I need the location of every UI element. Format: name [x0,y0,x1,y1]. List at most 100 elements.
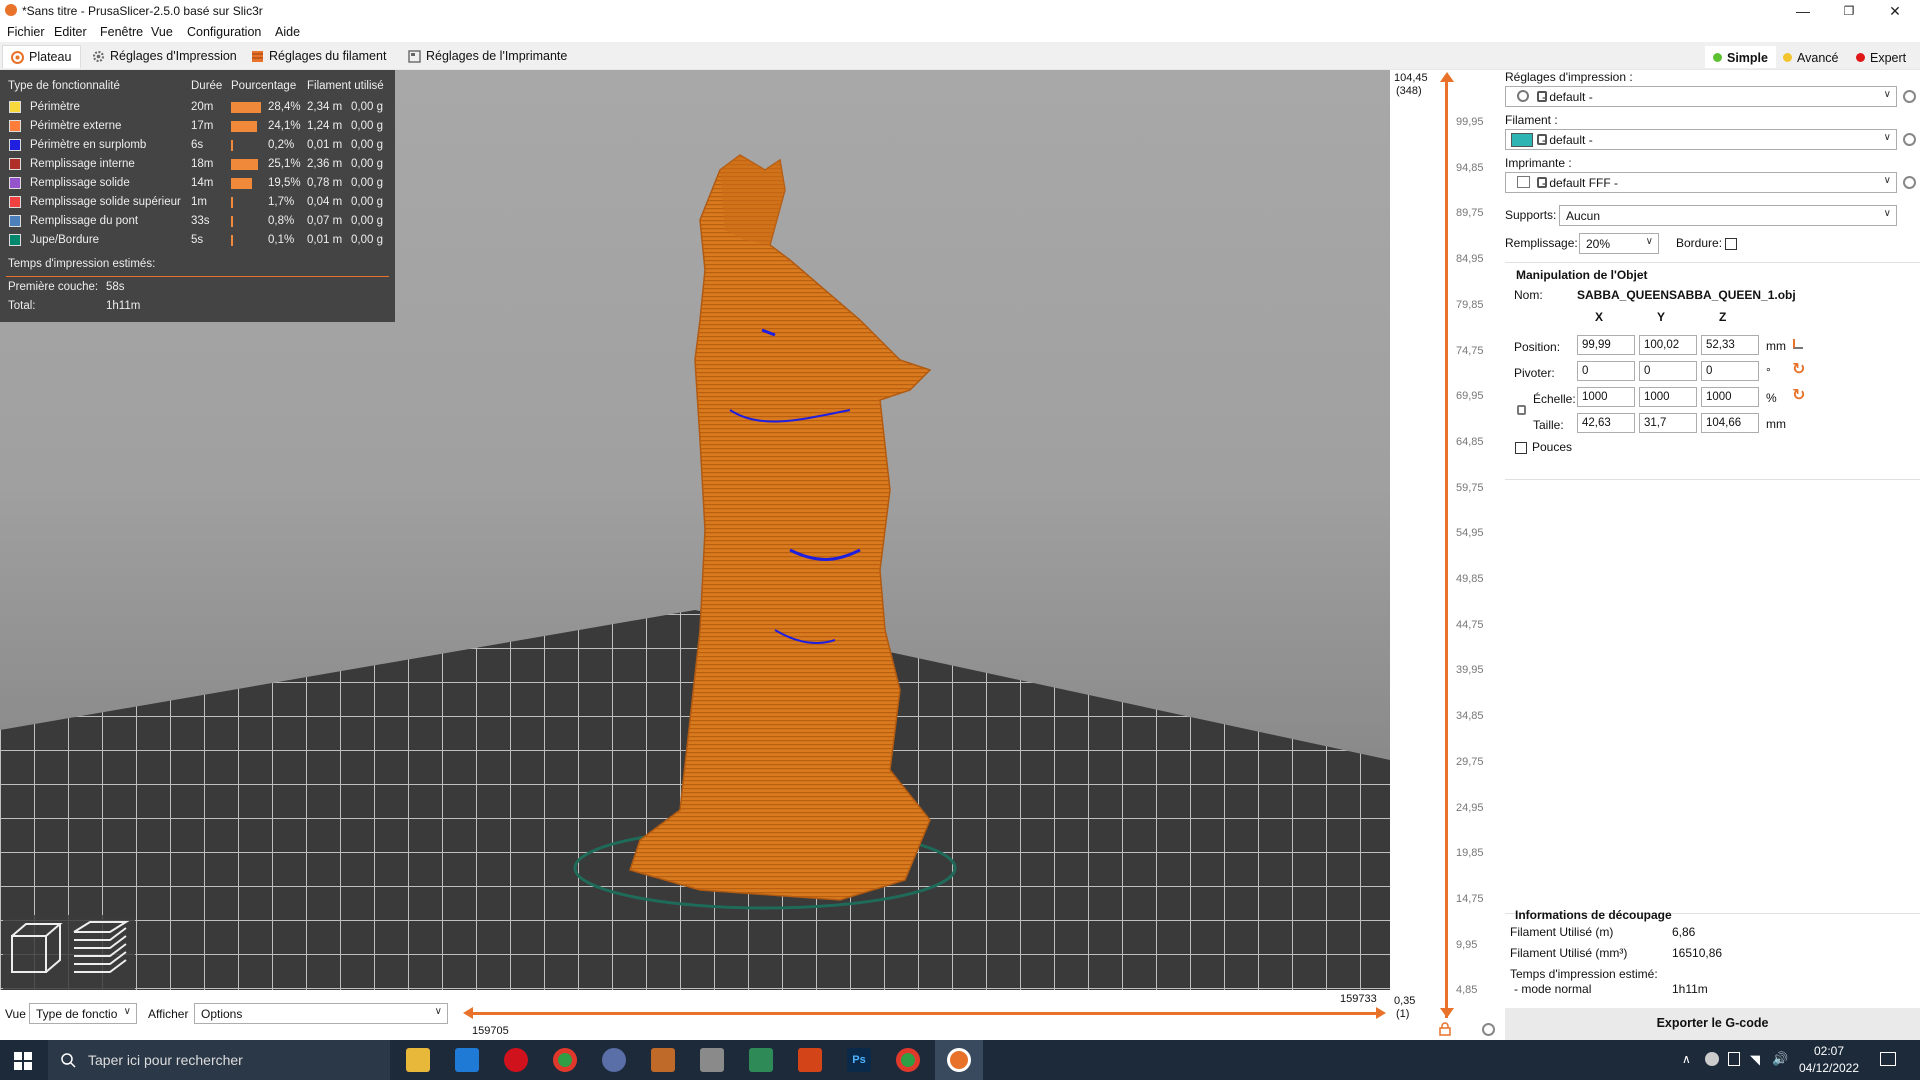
menu-vue[interactable]: Vue [151,25,173,39]
tray-chevron-up-icon[interactable]: ∧ [1682,1052,1691,1066]
legend-filament-length: 2,36 m [307,158,343,170]
onedrive-icon[interactable] [1705,1052,1719,1066]
scale-x-input[interactable]: 1000 [1577,387,1635,407]
legend-feature-name: Périmètre en surplomb [30,139,147,151]
scale-y-input[interactable]: 1000 [1639,387,1697,407]
print-settings-label: Réglages d'impression : [1505,70,1633,84]
app-icon-tools[interactable] [700,1048,724,1072]
volume-icon[interactable]: 🔊 [1772,1051,1788,1067]
printer-edit-gear-icon[interactable] [1903,176,1916,189]
chrome-icon-2[interactable] [896,1048,920,1072]
clock-time[interactable]: 02:07 [1795,1044,1863,1058]
3d-view-icon[interactable] [6,918,66,978]
mail-icon[interactable] [455,1048,479,1072]
export-gcode-button[interactable]: Exporter le G-code [1505,1008,1920,1040]
rotate-y-input[interactable]: 0 [1639,361,1697,381]
tab-plateau[interactable]: Plateau [2,45,81,68]
layer-slider[interactable]: 104,45 (348) 99,95 94,85 89,75 84,95 79,85 74… [1390,70,1505,1040]
legend-color-swatch [9,234,21,246]
show-options-select[interactable]: Options ∨ [194,1003,448,1024]
legend-percentage-bar [231,216,233,227]
menu-configuration[interactable]: Configuration [187,25,261,39]
tab-printer-settings[interactable]: Réglages de l'Imprimante [400,45,575,68]
prusaslicer-taskbar-button[interactable] [935,1040,983,1080]
mode-simple[interactable]: Simple [1705,46,1776,68]
layer-settings-gear-icon[interactable] [1482,1023,1495,1036]
rotate-x-input[interactable]: 0 [1577,361,1635,381]
layers-view-icon[interactable] [70,918,130,978]
app-icon-green[interactable] [749,1048,773,1072]
print-settings-value: - default - [1542,90,1593,104]
legend-row[interactable]: Périmètre 20m 28,4% 2,34 m 0,00 g [0,98,395,117]
tab-print-settings[interactable]: Réglages d'Impression [84,45,245,68]
reset-scale-icon[interactable]: ↻ [1792,385,1805,405]
move-slider-right-thumb-icon[interactable] [1376,1007,1386,1019]
lock-icon[interactable] [1438,1022,1452,1036]
position-y-input[interactable]: 100,02 [1639,335,1697,355]
scale-z-input[interactable]: 1000 [1701,387,1759,407]
printer-select[interactable]: - default FFF - ∨ [1505,172,1897,193]
size-y-input[interactable]: 31,7 [1639,413,1697,433]
position-x-input[interactable]: 99,99 [1577,335,1635,355]
network-icon[interactable]: ◥ [1750,1052,1760,1068]
legend-duration: 20m [191,101,214,113]
menu-aide[interactable]: Aide [275,25,300,39]
app-icon-box[interactable] [651,1048,675,1072]
size-x-input[interactable]: 42,63 [1577,413,1635,433]
print-settings-select[interactable]: - default - ∨ [1505,86,1897,107]
legend-row[interactable]: Périmètre en surplomb 6s 0,2% 0,01 m 0,00 g [0,136,395,155]
photoshop-icon[interactable]: Ps [847,1048,871,1072]
scale-lock-icon[interactable] [1517,405,1526,415]
size-z-input[interactable]: 104,66 [1701,413,1759,433]
legend-filament-weight: 0,00 g [351,215,383,227]
legend-row[interactable]: Remplissage interne 18m 25,1% 2,36 m 0,00 g [0,155,395,174]
position-z-input[interactable]: 52,33 [1701,335,1759,355]
layer-lower-thumb-icon[interactable] [1440,1008,1454,1018]
filament-color-swatch[interactable] [1511,133,1533,147]
reset-rotation-icon[interactable]: ↻ [1792,359,1805,379]
legend-feature-name: Remplissage solide [30,177,130,189]
legend-row[interactable]: Remplissage du pont 33s 0,8% 0,07 m 0,00 g [0,212,395,231]
rotate-z-input[interactable]: 0 [1701,361,1759,381]
view-type-select[interactable]: Type de fonctio ∨ [29,1003,137,1024]
close-button[interactable]: ✕ [1872,0,1918,22]
mode-expert[interactable]: Expert [1848,46,1914,68]
taskbar-search-box[interactable]: Taper ici pour rechercher [48,1040,390,1080]
layer-slider-track[interactable] [1445,78,1448,1018]
legend-row[interactable]: Remplissage solide supérieur 1m 1,7% 0,04 m… [0,193,395,212]
layer-tick-label: 54,95 [1456,527,1484,540]
menu-fenetre[interactable]: Fenêtre [100,25,143,39]
notifications-icon[interactable] [1880,1052,1896,1066]
app-icon-blue[interactable] [602,1048,626,1072]
menu-fichier[interactable]: Fichier [7,25,45,39]
minimize-button[interactable]: — [1780,0,1826,22]
brim-checkbox[interactable] [1725,238,1737,250]
layer-top-count: (348) [1396,85,1422,97]
device-icon[interactable] [1728,1052,1740,1066]
move-slider-track[interactable] [470,1012,1378,1015]
inches-checkbox[interactable] [1515,442,1527,454]
clock-date[interactable]: 04/12/2022 [1795,1061,1863,1075]
legend-row[interactable]: Remplissage solide 14m 19,5% 0,78 m 0,00 g [0,174,395,193]
drop-to-bed-icon[interactable] [1793,339,1803,349]
legend-color-swatch [9,101,21,113]
legend-row[interactable]: Périmètre externe 17m 24,1% 1,24 m 0,00 g [0,117,395,136]
maximize-button[interactable]: ❐ [1826,0,1872,22]
move-slider-left-thumb-icon[interactable] [463,1007,473,1019]
windows-start-icon[interactable] [14,1052,32,1070]
file-explorer-icon[interactable] [406,1048,430,1072]
filament-edit-gear-icon[interactable] [1903,133,1916,146]
print-settings-edit-gear-icon[interactable] [1903,90,1916,103]
menu-editer[interactable]: Editer [54,25,87,39]
infill-select[interactable]: 20% ∨ [1579,233,1659,254]
tab-filament-settings[interactable]: Réglages du filament [243,45,394,68]
layer-upper-thumb-icon[interactable] [1440,72,1454,82]
legend-header-percentage: Pourcentage [231,80,297,92]
opera-icon[interactable] [504,1048,528,1072]
supports-select[interactable]: Aucun ∨ [1559,205,1897,226]
mode-avance[interactable]: Avancé [1775,46,1846,68]
legend-row[interactable]: Jupe/Bordure 5s 0,1% 0,01 m 0,00 g [0,231,395,250]
filament-select[interactable]: - default - ∨ [1505,129,1897,150]
office-icon[interactable] [798,1048,822,1072]
chrome-icon[interactable] [553,1048,577,1072]
